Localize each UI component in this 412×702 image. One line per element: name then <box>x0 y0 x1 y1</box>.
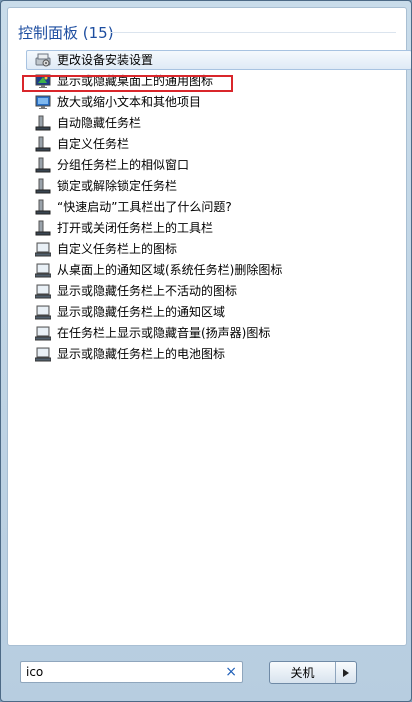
notification-area-icon <box>35 242 51 257</box>
notification-area-icon <box>35 284 51 299</box>
display-icon <box>35 95 51 109</box>
group-header-control-panel[interactable]: 控制面板 (15) <box>18 22 114 43</box>
device-settings-icon <box>35 53 51 67</box>
result-item[interactable]: 显示或隐藏桌面上的通用图标 <box>26 71 411 91</box>
result-item[interactable]: 显示或隐藏任务栏上不活动的图标 <box>26 281 411 301</box>
result-item[interactable]: “快速启动”工具栏出了什么问题? <box>26 197 411 217</box>
taskbar-icon <box>35 157 51 173</box>
taskbar-icon <box>35 220 51 236</box>
taskbar-icon <box>35 115 51 131</box>
result-item-label: 显示或隐藏桌面上的通用图标 <box>57 74 214 88</box>
start-menu-window: 控制面板 (15) 更改设备安装设置 显示或隐藏桌面上的通用图标 放大或缩小文本… <box>0 0 412 702</box>
result-item[interactable]: 在任务栏上显示或隐藏音量(扬声器)图标 <box>26 323 411 343</box>
result-item-label: 自动隐藏任务栏 <box>57 116 142 130</box>
shutdown-split-button: 关机 <box>269 661 357 684</box>
result-item-label: 在任务栏上显示或隐藏音量(扬声器)图标 <box>57 326 271 340</box>
taskbar-icon <box>35 199 51 215</box>
result-item[interactable]: 自定义任务栏 <box>26 134 411 154</box>
result-item-label: 打开或关闭任务栏上的工具栏 <box>57 221 214 235</box>
result-item[interactable]: 锁定或解除锁定任务栏 <box>26 176 411 196</box>
desktop-icon <box>35 74 51 88</box>
result-item-label: 锁定或解除锁定任务栏 <box>57 179 178 193</box>
result-item-label: 更改设备安装设置 <box>57 53 154 67</box>
result-item-label: 分组任务栏上的相似窗口 <box>57 158 190 172</box>
notification-area-icon <box>35 347 51 362</box>
result-list: 更改设备安装设置 显示或隐藏桌面上的通用图标 放大或缩小文本和其他项目 自动隐藏… <box>26 50 411 365</box>
result-item[interactable]: 更改设备安装设置 <box>26 50 411 70</box>
group-divider <box>110 32 396 33</box>
notification-area-icon <box>35 263 51 278</box>
result-item[interactable]: 显示或隐藏任务栏上的通知区域 <box>26 302 411 322</box>
shutdown-options-button[interactable] <box>335 662 356 683</box>
result-item-label: 显示或隐藏任务栏上的通知区域 <box>57 305 226 319</box>
result-item-label: 从桌面上的通知区域(系统任务栏)删除图标 <box>57 263 283 277</box>
taskbar-icon <box>35 178 51 194</box>
result-item-label: 自定义任务栏 <box>57 137 130 151</box>
result-item[interactable]: 分组任务栏上的相似窗口 <box>26 155 411 175</box>
chevron-right-icon <box>343 668 349 677</box>
result-item-label: 自定义任务栏上的图标 <box>57 242 178 256</box>
result-item-label: 显示或隐藏任务栏上不活动的图标 <box>57 284 238 298</box>
search-results-panel: 控制面板 (15) 更改设备安装设置 显示或隐藏桌面上的通用图标 放大或缩小文本… <box>7 7 411 646</box>
notification-area-icon <box>35 326 51 341</box>
search-box[interactable]: × <box>20 661 243 683</box>
result-item-label: 放大或缩小文本和其他项目 <box>57 95 202 109</box>
search-input[interactable] <box>26 663 216 681</box>
result-item[interactable]: 从桌面上的通知区域(系统任务栏)删除图标 <box>26 260 411 280</box>
result-item-label: “快速启动”工具栏出了什么问题? <box>57 200 232 214</box>
result-item-label: 显示或隐藏任务栏上的电池图标 <box>57 347 226 361</box>
result-item[interactable]: 自动隐藏任务栏 <box>26 113 411 133</box>
result-item[interactable]: 显示或隐藏任务栏上的电池图标 <box>26 344 411 364</box>
result-item[interactable]: 放大或缩小文本和其他项目 <box>26 92 411 112</box>
notification-area-icon <box>35 305 51 320</box>
result-item[interactable]: 打开或关闭任务栏上的工具栏 <box>26 218 411 238</box>
result-item[interactable]: 自定义任务栏上的图标 <box>26 239 411 259</box>
clear-search-icon[interactable]: × <box>225 664 237 680</box>
taskbar-icon <box>35 136 51 152</box>
shutdown-button[interactable]: 关机 <box>270 662 335 683</box>
